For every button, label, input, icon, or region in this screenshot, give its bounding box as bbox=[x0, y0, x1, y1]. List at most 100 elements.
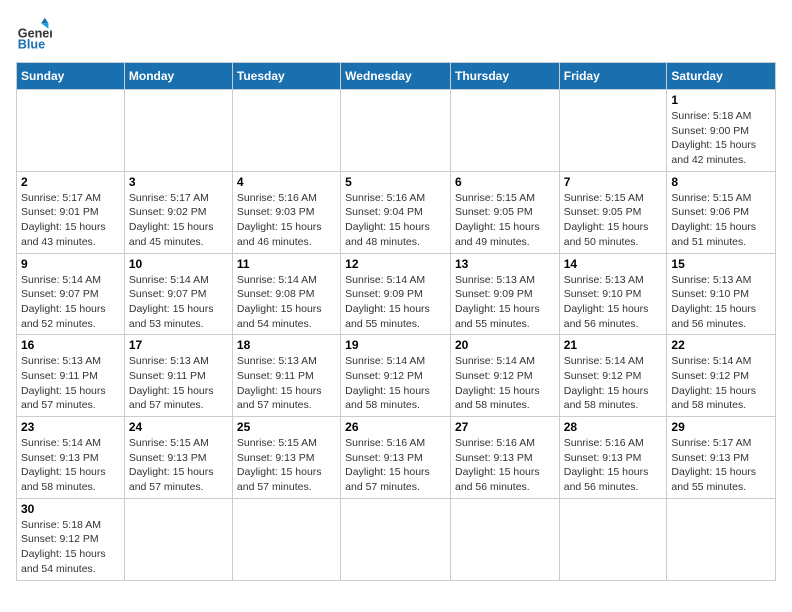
cell-day-info: Sunrise: 5:16 AMSunset: 9:13 PMDaylight:… bbox=[455, 436, 555, 495]
cell-day-info: Sunrise: 5:14 AMSunset: 9:08 PMDaylight:… bbox=[237, 273, 336, 332]
cell-day-number: 29 bbox=[671, 420, 771, 434]
cell-day-number: 1 bbox=[671, 93, 771, 107]
cell-day-info: Sunrise: 5:15 AMSunset: 9:13 PMDaylight:… bbox=[129, 436, 228, 495]
cell-day-number: 10 bbox=[129, 257, 228, 271]
calendar-cell bbox=[124, 90, 232, 172]
cell-day-number: 22 bbox=[671, 338, 771, 352]
page-header: General Blue bbox=[16, 16, 776, 52]
calendar-cell bbox=[341, 90, 451, 172]
cell-day-info: Sunrise: 5:18 AMSunset: 9:00 PMDaylight:… bbox=[671, 109, 771, 168]
calendar-week-row: 16 Sunrise: 5:13 AMSunset: 9:11 PMDayligh… bbox=[17, 335, 776, 417]
calendar-cell: 21 Sunrise: 5:14 AMSunset: 9:12 PMDayligh… bbox=[559, 335, 667, 417]
calendar-cell: 7 Sunrise: 5:15 AMSunset: 9:05 PMDaylight… bbox=[559, 171, 667, 253]
calendar-cell bbox=[450, 498, 559, 580]
cell-day-info: Sunrise: 5:13 AMSunset: 9:10 PMDaylight:… bbox=[564, 273, 663, 332]
cell-day-info: Sunrise: 5:13 AMSunset: 9:11 PMDaylight:… bbox=[237, 354, 336, 413]
calendar-cell: 30 Sunrise: 5:18 AMSunset: 9:12 PMDayligh… bbox=[17, 498, 125, 580]
cell-day-info: Sunrise: 5:14 AMSunset: 9:07 PMDaylight:… bbox=[21, 273, 120, 332]
cell-day-number: 27 bbox=[455, 420, 555, 434]
calendar-cell: 28Sunrise: 5:16 AMSunset: 9:13 PMDayligh… bbox=[559, 417, 667, 499]
cell-day-info: Sunrise: 5:16 AMSunset: 9:13 PMDaylight:… bbox=[345, 436, 446, 495]
cell-day-number: 12 bbox=[345, 257, 446, 271]
calendar-cell: 27 Sunrise: 5:16 AMSunset: 9:13 PMDayligh… bbox=[450, 417, 559, 499]
calendar-cell: 3Sunrise: 5:17 AMSunset: 9:02 PMDaylight… bbox=[124, 171, 232, 253]
calendar-cell bbox=[559, 498, 667, 580]
cell-day-number: 25 bbox=[237, 420, 336, 434]
calendar-body: 1 Sunrise: 5:18 AMSunset: 9:00 PMDaylight… bbox=[17, 90, 776, 581]
calendar-cell: 24 Sunrise: 5:15 AMSunset: 9:13 PMDayligh… bbox=[124, 417, 232, 499]
day-header-row: SundayMondayTuesdayWednesdayThursdayFrid… bbox=[17, 63, 776, 90]
cell-day-number: 9 bbox=[21, 257, 120, 271]
cell-day-info: Sunrise: 5:14 AMSunset: 9:12 PMDaylight:… bbox=[345, 354, 446, 413]
cell-day-info: Sunrise: 5:14 AMSunset: 9:12 PMDaylight:… bbox=[564, 354, 663, 413]
calendar-week-row: 23 Sunrise: 5:14 AMSunset: 9:13 PMDayligh… bbox=[17, 417, 776, 499]
svg-text:Blue: Blue bbox=[18, 37, 45, 51]
cell-day-number: 24 bbox=[129, 420, 228, 434]
day-header-wednesday: Wednesday bbox=[341, 63, 451, 90]
calendar-cell: 6Sunrise: 5:15 AMSunset: 9:05 PMDaylight… bbox=[450, 171, 559, 253]
calendar-cell: 8Sunrise: 5:15 AMSunset: 9:06 PMDaylight… bbox=[667, 171, 776, 253]
logo-icon: General Blue bbox=[16, 16, 52, 52]
cell-day-info: Sunrise: 5:13 AMSunset: 9:10 PMDaylight:… bbox=[671, 273, 771, 332]
calendar-cell: 2 Sunrise: 5:17 AMSunset: 9:01 PMDaylight… bbox=[17, 171, 125, 253]
calendar-table: SundayMondayTuesdayWednesdayThursdayFrid… bbox=[16, 62, 776, 581]
cell-day-info: Sunrise: 5:14 AMSunset: 9:07 PMDaylight:… bbox=[129, 273, 228, 332]
calendar-cell: 16 Sunrise: 5:13 AMSunset: 9:11 PMDayligh… bbox=[17, 335, 125, 417]
cell-day-number: 16 bbox=[21, 338, 120, 352]
calendar-cell: 25 Sunrise: 5:15 AMSunset: 9:13 PMDayligh… bbox=[232, 417, 340, 499]
calendar-week-row: 1 Sunrise: 5:18 AMSunset: 9:00 PMDaylight… bbox=[17, 90, 776, 172]
cell-day-info: Sunrise: 5:16 AMSunset: 9:04 PMDaylight:… bbox=[345, 191, 446, 250]
cell-day-number: 18 bbox=[237, 338, 336, 352]
calendar-cell bbox=[232, 498, 340, 580]
logo: General Blue bbox=[16, 16, 56, 52]
cell-day-number: 19 bbox=[345, 338, 446, 352]
cell-day-number: 7 bbox=[564, 175, 663, 189]
cell-day-number: 28 bbox=[564, 420, 663, 434]
calendar-cell bbox=[559, 90, 667, 172]
cell-day-info: Sunrise: 5:14 AMSunset: 9:13 PMDaylight:… bbox=[21, 436, 120, 495]
cell-day-info: Sunrise: 5:14 AMSunset: 9:12 PMDaylight:… bbox=[671, 354, 771, 413]
calendar-header: SundayMondayTuesdayWednesdayThursdayFrid… bbox=[17, 63, 776, 90]
calendar-cell: 18 Sunrise: 5:13 AMSunset: 9:11 PMDayligh… bbox=[232, 335, 340, 417]
day-header-friday: Friday bbox=[559, 63, 667, 90]
calendar-cell: 14Sunrise: 5:13 AMSunset: 9:10 PMDayligh… bbox=[559, 253, 667, 335]
cell-day-info: Sunrise: 5:13 AMSunset: 9:09 PMDaylight:… bbox=[455, 273, 555, 332]
cell-day-number: 21 bbox=[564, 338, 663, 352]
cell-day-info: Sunrise: 5:17 AMSunset: 9:13 PMDaylight:… bbox=[671, 436, 771, 495]
cell-day-info: Sunrise: 5:17 AMSunset: 9:02 PMDaylight:… bbox=[129, 191, 228, 250]
calendar-cell: 15Sunrise: 5:13 AMSunset: 9:10 PMDayligh… bbox=[667, 253, 776, 335]
cell-day-number: 30 bbox=[21, 502, 120, 516]
calendar-cell: 29 Sunrise: 5:17 AMSunset: 9:13 PMDayligh… bbox=[667, 417, 776, 499]
calendar-cell: 4Sunrise: 5:16 AMSunset: 9:03 PMDaylight… bbox=[232, 171, 340, 253]
cell-day-info: Sunrise: 5:15 AMSunset: 9:13 PMDaylight:… bbox=[237, 436, 336, 495]
cell-day-number: 26 bbox=[345, 420, 446, 434]
cell-day-number: 17 bbox=[129, 338, 228, 352]
day-header-saturday: Saturday bbox=[667, 63, 776, 90]
cell-day-info: Sunrise: 5:18 AMSunset: 9:12 PMDaylight:… bbox=[21, 518, 120, 577]
calendar-cell: 10 Sunrise: 5:14 AMSunset: 9:07 PMDayligh… bbox=[124, 253, 232, 335]
cell-day-info: Sunrise: 5:13 AMSunset: 9:11 PMDaylight:… bbox=[21, 354, 120, 413]
cell-day-info: Sunrise: 5:14 AMSunset: 9:09 PMDaylight:… bbox=[345, 273, 446, 332]
cell-day-number: 4 bbox=[237, 175, 336, 189]
calendar-cell bbox=[232, 90, 340, 172]
day-header-sunday: Sunday bbox=[17, 63, 125, 90]
cell-day-number: 11 bbox=[237, 257, 336, 271]
cell-day-number: 2 bbox=[21, 175, 120, 189]
cell-day-number: 13 bbox=[455, 257, 555, 271]
calendar-cell: 1 Sunrise: 5:18 AMSunset: 9:00 PMDaylight… bbox=[667, 90, 776, 172]
calendar-cell: 9 Sunrise: 5:14 AMSunset: 9:07 PMDaylight… bbox=[17, 253, 125, 335]
calendar-cell bbox=[17, 90, 125, 172]
calendar-week-row: 2 Sunrise: 5:17 AMSunset: 9:01 PMDaylight… bbox=[17, 171, 776, 253]
cell-day-number: 20 bbox=[455, 338, 555, 352]
calendar-cell bbox=[667, 498, 776, 580]
cell-day-info: Sunrise: 5:14 AMSunset: 9:12 PMDaylight:… bbox=[455, 354, 555, 413]
calendar-cell: 5Sunrise: 5:16 AMSunset: 9:04 PMDaylight… bbox=[341, 171, 451, 253]
cell-day-info: Sunrise: 5:15 AMSunset: 9:05 PMDaylight:… bbox=[564, 191, 663, 250]
calendar-cell: 26 Sunrise: 5:16 AMSunset: 9:13 PMDayligh… bbox=[341, 417, 451, 499]
day-header-monday: Monday bbox=[124, 63, 232, 90]
cell-day-info: Sunrise: 5:15 AMSunset: 9:05 PMDaylight:… bbox=[455, 191, 555, 250]
cell-day-info: Sunrise: 5:17 AMSunset: 9:01 PMDaylight:… bbox=[21, 191, 120, 250]
cell-day-number: 23 bbox=[21, 420, 120, 434]
day-header-tuesday: Tuesday bbox=[232, 63, 340, 90]
calendar-week-row: 9 Sunrise: 5:14 AMSunset: 9:07 PMDaylight… bbox=[17, 253, 776, 335]
